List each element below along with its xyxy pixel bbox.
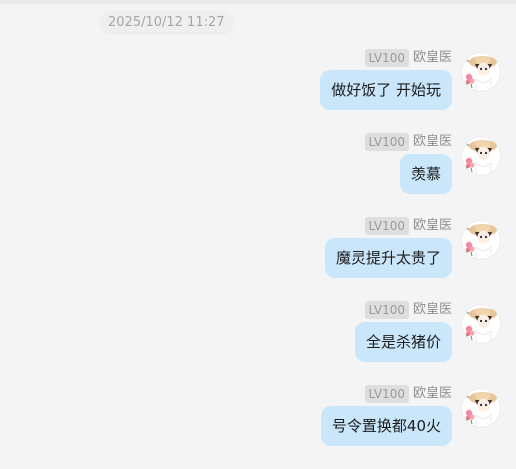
sender-nickname: 欧皇医: [412, 302, 452, 317]
sender-meta: LV100 欧皇医: [364, 385, 452, 403]
sender-meta: LV100 欧皇医: [364, 133, 452, 151]
message-bubble[interactable]: 魔灵提升太贵了: [324, 238, 452, 278]
level-badge: LV100: [364, 301, 409, 319]
message-bubble[interactable]: 羡慕: [399, 154, 452, 194]
sender-meta: LV100 欧皇医: [364, 301, 452, 319]
avatar-icon[interactable]: [462, 137, 500, 175]
sender-nickname: 欧皇医: [412, 50, 452, 65]
chat-message: LV100 欧皇医 全是杀猪价: [0, 301, 516, 385]
chat-message: LV100 欧皇医 号令置换都40火: [0, 385, 516, 469]
sender-meta: LV100 欧皇医: [364, 217, 452, 235]
avatar-icon[interactable]: [462, 305, 500, 343]
avatar-icon[interactable]: [462, 221, 500, 259]
chat-message: LV100 欧皇医 羡慕: [0, 133, 516, 217]
chat-message: LV100 欧皇医 做好饭了 开始玩: [0, 49, 516, 133]
sender-nickname: 欧皇医: [412, 218, 452, 233]
avatar-icon[interactable]: [462, 389, 500, 427]
sender-nickname: 欧皇医: [412, 386, 452, 401]
top-divider: [0, 0, 516, 4]
avatar-icon[interactable]: [462, 53, 500, 91]
message-bubble[interactable]: 全是杀猪价: [354, 322, 452, 362]
level-badge: LV100: [364, 217, 409, 235]
level-badge: LV100: [364, 133, 409, 151]
chat-message: LV100 欧皇医 魔灵提升太贵了: [0, 217, 516, 301]
sender-meta: LV100 欧皇医: [364, 49, 452, 67]
level-badge: LV100: [364, 385, 409, 403]
level-badge: LV100: [364, 49, 409, 67]
message-bubble[interactable]: 做好饭了 开始玩: [320, 70, 452, 110]
message-bubble[interactable]: 号令置换都40火: [320, 406, 452, 446]
sender-nickname: 欧皇医: [412, 134, 452, 149]
message-timestamp: 2025/10/12 11:27: [99, 11, 234, 35]
